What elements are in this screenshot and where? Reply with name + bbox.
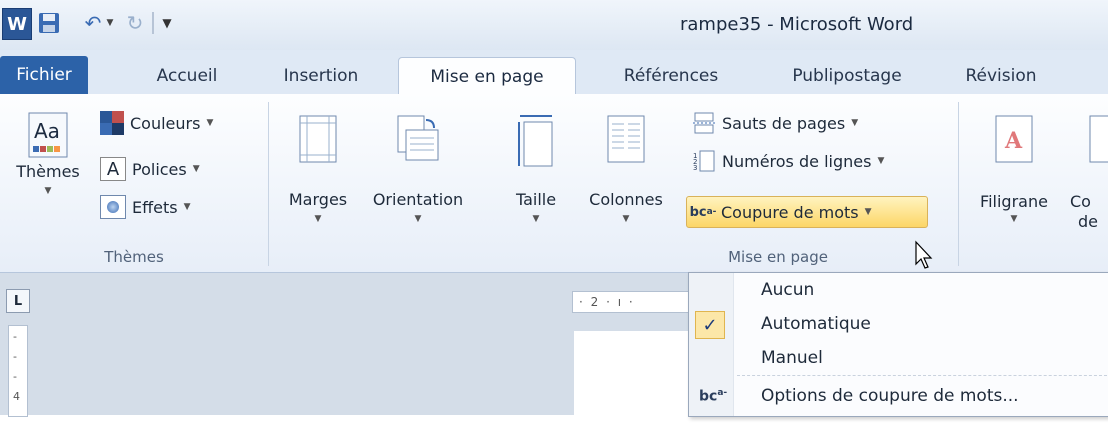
size-label: Taille (515, 190, 557, 209)
effects-icon (100, 195, 126, 219)
line-numbers-dropdown-icon: ▼ (877, 156, 885, 166)
hyphenation-label: Coupure de mots (721, 202, 859, 222)
tab-file[interactable]: Fichier (0, 56, 88, 94)
hyphenation-icon: bc a- (689, 204, 717, 220)
orientation-button[interactable]: Orientation ▼ (362, 94, 474, 244)
menu-item-hyphenation-options[interactable]: bca- Options de coupure de mots... (689, 379, 1108, 413)
breaks-dropdown-icon: ▼ (851, 118, 859, 128)
menu-separator (737, 375, 1107, 376)
menu-item-label: Options de coupure de mots... (761, 386, 1019, 406)
hyphenation-options-icon: bca- (699, 387, 728, 405)
ruler-mark: - (13, 330, 17, 343)
line-numbers-icon: 123 (692, 150, 716, 172)
ribbon-tabs: Fichier Accueil Insertion Mise en page R… (0, 50, 1108, 96)
undo-icon[interactable]: ↶ (82, 8, 104, 38)
redo-icon[interactable]: ↻ (124, 8, 146, 38)
line-numbers-label: Numéros de lignes (722, 151, 872, 171)
margins-label: Marges (288, 190, 348, 209)
themes-icon: Aa (28, 112, 68, 162)
menu-item-label: Aucun (761, 280, 815, 300)
colors-button[interactable]: Couleurs ▼ (100, 108, 213, 138)
tab-selector-button[interactable]: L (6, 289, 30, 313)
mouse-cursor-icon (914, 240, 934, 274)
ruler-mark: - (13, 370, 17, 383)
columns-dropdown-icon: ▼ (622, 214, 630, 224)
margins-icon (298, 114, 338, 168)
page-color-button[interactable]: Co de (1070, 94, 1108, 244)
themes-label: Thèmes (16, 162, 80, 181)
colors-icon (100, 111, 124, 135)
fonts-label: Polices (132, 159, 187, 179)
tab-page-layout[interactable]: Mise en page (398, 57, 576, 96)
effects-button[interactable]: Effets ▼ (100, 192, 191, 222)
hyphenation-dropdown-icon: ▼ (864, 207, 872, 217)
watermark-icon: A (994, 114, 1034, 168)
svg-text:A: A (1004, 128, 1023, 154)
size-dropdown-icon: ▼ (532, 214, 540, 224)
ruler-mark: - (13, 350, 17, 363)
orientation-dropdown-icon: ▼ (414, 214, 422, 224)
word-icon[interactable]: W (2, 8, 32, 40)
tab-review[interactable]: Révision (946, 58, 1056, 94)
hyphenation-button[interactable]: bc a- Coupure de mots ▼ (686, 196, 928, 228)
save-icon[interactable] (36, 8, 62, 38)
size-icon (516, 114, 556, 172)
columns-icon (606, 114, 646, 168)
themes-button[interactable]: Aa Thèmes ▼ (0, 94, 96, 244)
group-divider (268, 102, 269, 266)
size-button[interactable]: Taille ▼ (496, 94, 576, 244)
vertical-ruler: - - - 4 (8, 325, 28, 417)
page-color-icon (1088, 114, 1108, 168)
effects-dropdown-icon: ▼ (183, 202, 191, 212)
menu-item-automatic[interactable]: ✓ Automatique (689, 307, 1108, 341)
ribbon: Aa Thèmes ▼ Couleurs ▼ A Polices ▼ Effets ▼… (0, 94, 1108, 273)
hyphenation-menu: Aucun ✓ Automatique Manuel bca- Options … (688, 272, 1108, 417)
columns-button[interactable]: Colonnes ▼ (580, 94, 672, 244)
ruler-mark: 4 (13, 390, 20, 403)
checkmark-icon: ✓ (695, 311, 725, 339)
columns-label: Colonnes (589, 190, 663, 209)
margins-button[interactable]: Marges ▼ (276, 94, 360, 244)
group-divider (958, 102, 959, 266)
colors-dropdown-icon: ▼ (206, 118, 214, 128)
page-color-label-top: Co (1070, 192, 1091, 211)
breaks-button[interactable]: Sauts de pages ▼ (692, 108, 858, 138)
menu-item-none[interactable]: Aucun (689, 273, 1108, 307)
themes-group-label: Thèmes (104, 248, 164, 266)
qat-divider (152, 12, 154, 34)
watermark-dropdown-icon: ▼ (1010, 214, 1018, 224)
undo-dropdown-icon[interactable]: ▼ (104, 8, 116, 38)
page-breaks-icon (692, 112, 716, 134)
customize-qat-icon[interactable]: ▼ (160, 8, 174, 38)
tab-insert[interactable]: Insertion (266, 58, 376, 94)
menu-item-manual[interactable]: Manuel (689, 341, 1108, 375)
page-setup-group-label: Mise en page (728, 248, 828, 266)
fonts-button[interactable]: A Polices ▼ (100, 154, 200, 184)
menu-item-label: Manuel (761, 348, 823, 368)
margins-dropdown-icon: ▼ (314, 214, 322, 224)
orientation-icon (396, 114, 440, 168)
page-color-label-bottom: de (1078, 212, 1098, 231)
fonts-icon: A (100, 157, 126, 181)
orientation-label: Orientation (372, 190, 464, 209)
line-numbers-button[interactable]: 123 Numéros de lignes ▼ (692, 146, 884, 176)
fonts-dropdown-icon: ▼ (192, 164, 200, 174)
themes-dropdown-icon: ▼ (44, 186, 52, 196)
svg-text:Aa: Aa (34, 119, 60, 143)
tab-home[interactable]: Accueil (132, 58, 242, 94)
breaks-label: Sauts de pages (722, 113, 846, 133)
tab-references[interactable]: Références (596, 58, 746, 94)
watermark-button[interactable]: A Filigrane ▼ (964, 94, 1064, 244)
colors-label: Couleurs (130, 113, 201, 133)
title-bar: W ↶ ▼ ↻ ▼ rampe35 - Microsoft Word (0, 0, 1108, 50)
menu-item-label: Automatique (761, 314, 871, 334)
window-title: rampe35 - Microsoft Word (680, 14, 914, 35)
watermark-label: Filigrane (980, 192, 1048, 211)
tab-mailings[interactable]: Publipostage (768, 58, 926, 94)
svg-text:3: 3 (693, 164, 697, 172)
effects-label: Effets (132, 197, 178, 217)
